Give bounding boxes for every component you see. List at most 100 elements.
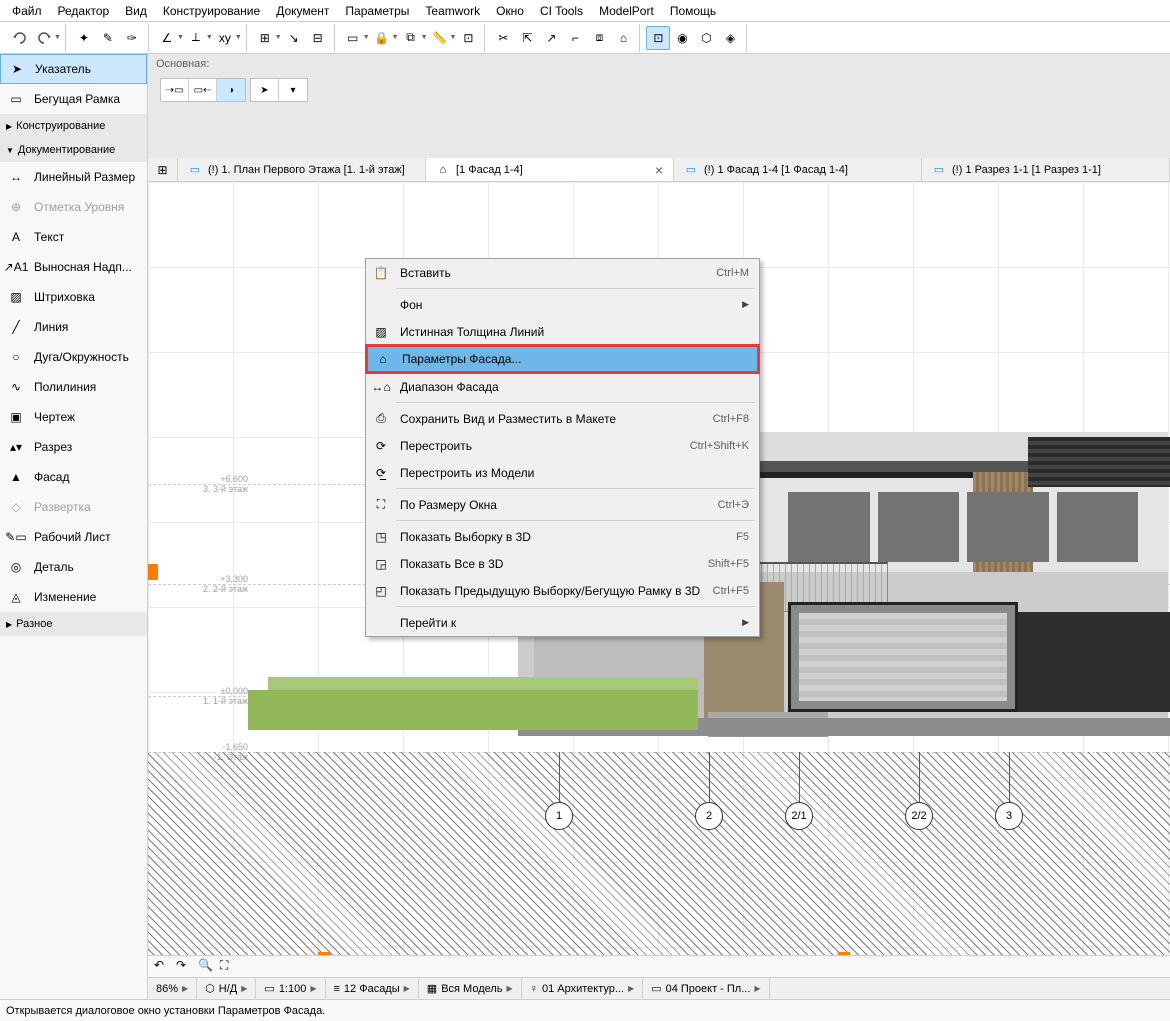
ctx-show-selection-3d[interactable]: ◳ Показать Выборку в 3D F5	[366, 523, 759, 550]
project-segment[interactable]: ▭ 04 Проект - Пл...▶	[643, 978, 769, 999]
tool-dim[interactable]: ↔Линейный Размер	[0, 162, 147, 192]
menu-window[interactable]: Окно	[488, 2, 532, 20]
tab-section[interactable]: ▭ (!) 1 Разрез 1-1 [1 Разрез 1-1]	[922, 158, 1170, 181]
tool-hatch[interactable]: ▨Штриховка	[0, 282, 147, 312]
grid-icon[interactable]: ⊞	[253, 26, 277, 50]
dd-icon[interactable]: ▼	[235, 34, 242, 41]
ctx-show-all-3d[interactable]: ◲ Показать Все в 3D Shift+F5	[366, 550, 759, 577]
cat-misc[interactable]: ▶Разное	[0, 612, 147, 636]
cat-construct[interactable]: ▶Конструирование	[0, 114, 147, 138]
perp-line-icon[interactable]: ↘	[282, 26, 306, 50]
angle2-icon[interactable]: ⟂	[184, 26, 208, 50]
orient-segment[interactable]: ⬡ Н/Д▶	[197, 978, 256, 999]
lock-icon[interactable]: 🔒	[370, 26, 394, 50]
ctx-elevation-range[interactable]: ↔⌂ Диапазон Фасада	[366, 373, 759, 400]
combo-segment[interactable]: ♀ 01 Архитектур...▶	[522, 978, 643, 999]
menu-view[interactable]: Вид	[117, 2, 155, 20]
dd-icon[interactable]: ▼	[206, 34, 213, 41]
snap-toggle-icon[interactable]: ⊡	[646, 26, 670, 50]
tool-detail[interactable]: ◎Деталь	[0, 552, 147, 582]
dd-icon[interactable]: ▼	[177, 34, 184, 41]
view3-icon[interactable]: ◈	[718, 26, 742, 50]
merge-icon[interactable]: ⧈	[587, 26, 611, 50]
selmode3-icon[interactable]: ◑	[217, 79, 245, 101]
home-icon[interactable]: ⌂	[611, 26, 635, 50]
tool-level[interactable]: ⊕Отметка Уровня	[0, 192, 147, 222]
tool-worksheet[interactable]: ✎▭Рабочий Лист	[0, 522, 147, 552]
grid2-icon[interactable]: ⊟	[306, 26, 330, 50]
ctx-true-line[interactable]: ▨ Истинная Толщина Линий	[366, 318, 759, 345]
menu-design[interactable]: Конструирование	[155, 2, 268, 20]
syringe-icon[interactable]: ✑	[120, 26, 144, 50]
close-tab-icon[interactable]: ×	[655, 162, 663, 178]
view2-icon[interactable]: ⬡	[694, 26, 718, 50]
ctx-save-view[interactable]: ⎙ Сохранить Вид и Разместить в Макете Ct…	[366, 405, 759, 432]
cat-document[interactable]: ▼Документирование	[0, 138, 147, 162]
menu-modelport[interactable]: ModelPort	[591, 2, 662, 20]
eyedropper-icon[interactable]: ✎	[96, 26, 120, 50]
ctx-goto[interactable]: Перейти к ▶	[366, 609, 759, 636]
corner-icon[interactable]: ⌐	[563, 26, 587, 50]
tool-text[interactable]: AТекст	[0, 222, 147, 252]
ctx-paste[interactable]: 📋 Вставить Ctrl+M	[366, 259, 759, 286]
layout-grid-icon[interactable]: ⊞	[148, 158, 178, 181]
menu-options[interactable]: Параметры	[337, 2, 417, 20]
component-icon[interactable]: ⊡	[456, 26, 480, 50]
selmode1-icon[interactable]: ⇢▭	[161, 79, 189, 101]
ctx-elevation-settings[interactable]: ⌂ Параметры Фасада...	[365, 344, 760, 374]
tool-elevation[interactable]: ▲Фасад	[0, 462, 147, 492]
tab-elevation-2[interactable]: ▭ (!) 1 Фасад 1-4 [1 Фасад 1-4]	[674, 158, 922, 181]
tool-marquee[interactable]: ▭ Бегущая Рамка	[0, 84, 147, 114]
menu-teamwork[interactable]: Teamwork	[417, 2, 488, 20]
ctx-show-prev-3d[interactable]: ◰ Показать Предыдущую Выборку/Бегущую Ра…	[366, 577, 759, 604]
redo-button[interactable]	[32, 26, 56, 50]
tool-pointer[interactable]: ➤ Указатель	[0, 54, 147, 84]
tool-label[interactable]: ↗A1Выносная Надп...	[0, 252, 147, 282]
tab-plan[interactable]: ▭ (!) 1. План Первого Этажа [1. 1-й этаж…	[178, 158, 426, 181]
dd-icon[interactable]: ▼	[421, 34, 428, 41]
dd-icon[interactable]: ▼	[275, 34, 282, 41]
page-icon[interactable]: ▭	[341, 26, 365, 50]
nav-fwd-icon[interactable]: ↷	[176, 958, 194, 976]
menu-file[interactable]: Файл	[4, 2, 50, 20]
tool-polyline[interactable]: ∿Полилиния	[0, 372, 147, 402]
ctx-fit-window[interactable]: ⛶ По Размеру Окна Ctrl+Э	[366, 491, 759, 518]
trim-icon[interactable]: ⇱	[515, 26, 539, 50]
menu-help[interactable]: Помощь	[662, 2, 724, 20]
magic-wand-icon[interactable]: ✦	[72, 26, 96, 50]
chevron-down-icon[interactable]: ▼	[54, 34, 61, 41]
layercombo-segment[interactable]: ≡ 12 Фасады▶	[326, 978, 419, 999]
tool-arc[interactable]: ○Дуга/Окружность	[0, 342, 147, 372]
group-icon[interactable]: ⧉	[399, 26, 423, 50]
qs-arrow-icon[interactable]: ➤	[251, 79, 279, 101]
nav-zoomfit-icon[interactable]: ⛶	[220, 958, 238, 976]
tool-drawing[interactable]: ▣Чертеж	[0, 402, 147, 432]
dd-icon[interactable]: ▼	[450, 34, 457, 41]
qs-dd-icon[interactable]: ▾	[279, 79, 307, 101]
scale-segment[interactable]: ▭ 1:100▶	[256, 978, 325, 999]
ctx-rebuild-model[interactable]: ⟳̲ Перестроить из Модели	[366, 459, 759, 486]
zoom-segment[interactable]: 86%▶	[148, 978, 197, 999]
ctx-background[interactable]: Фон ▶	[366, 291, 759, 318]
ctx-rebuild[interactable]: ⟳ Перестроить Ctrl+Shift+K	[366, 432, 759, 459]
tool-line[interactable]: ╱Линия	[0, 312, 147, 342]
dd-icon[interactable]: ▼	[363, 34, 370, 41]
tool-interior[interactable]: ◇Развертка	[0, 492, 147, 522]
menu-citools[interactable]: CI Tools	[532, 2, 591, 20]
model-segment[interactable]: ▦ Вся Модель▶	[419, 978, 522, 999]
extend-icon[interactable]: ↗	[539, 26, 563, 50]
angle1-icon[interactable]: ∠	[155, 26, 179, 50]
ruler-icon[interactable]: 📏	[428, 26, 452, 50]
menu-edit[interactable]: Редактор	[50, 2, 118, 20]
undo-button[interactable]	[8, 26, 32, 50]
menu-document[interactable]: Документ	[268, 2, 337, 20]
tool-change[interactable]: ◬Изменение	[0, 582, 147, 612]
xy-icon[interactable]: xy	[213, 26, 237, 50]
tab-elevation-active[interactable]: ⌂ [1 Фасад 1-4] ×	[426, 158, 674, 181]
view-icon[interactable]: ◉	[670, 26, 694, 50]
nav-back-icon[interactable]: ↶	[154, 958, 172, 976]
cut-icon[interactable]: ✂	[491, 26, 515, 50]
dd-icon[interactable]: ▼	[392, 34, 399, 41]
tool-section[interactable]: ▴▾Разрез	[0, 432, 147, 462]
selmode2-icon[interactable]: ▭⇠	[189, 79, 217, 101]
